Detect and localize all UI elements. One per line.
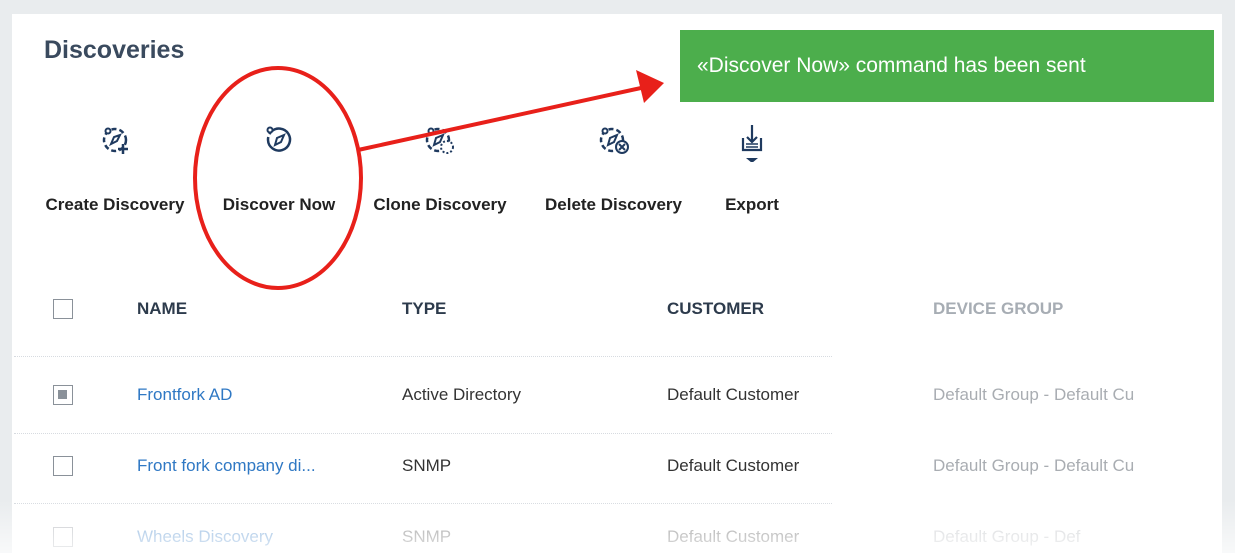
annotation-overlay [193,66,664,290]
annotation-arrow-line [357,84,651,152]
annotation-arrow-head [636,70,664,103]
highlight-circle [193,66,363,290]
